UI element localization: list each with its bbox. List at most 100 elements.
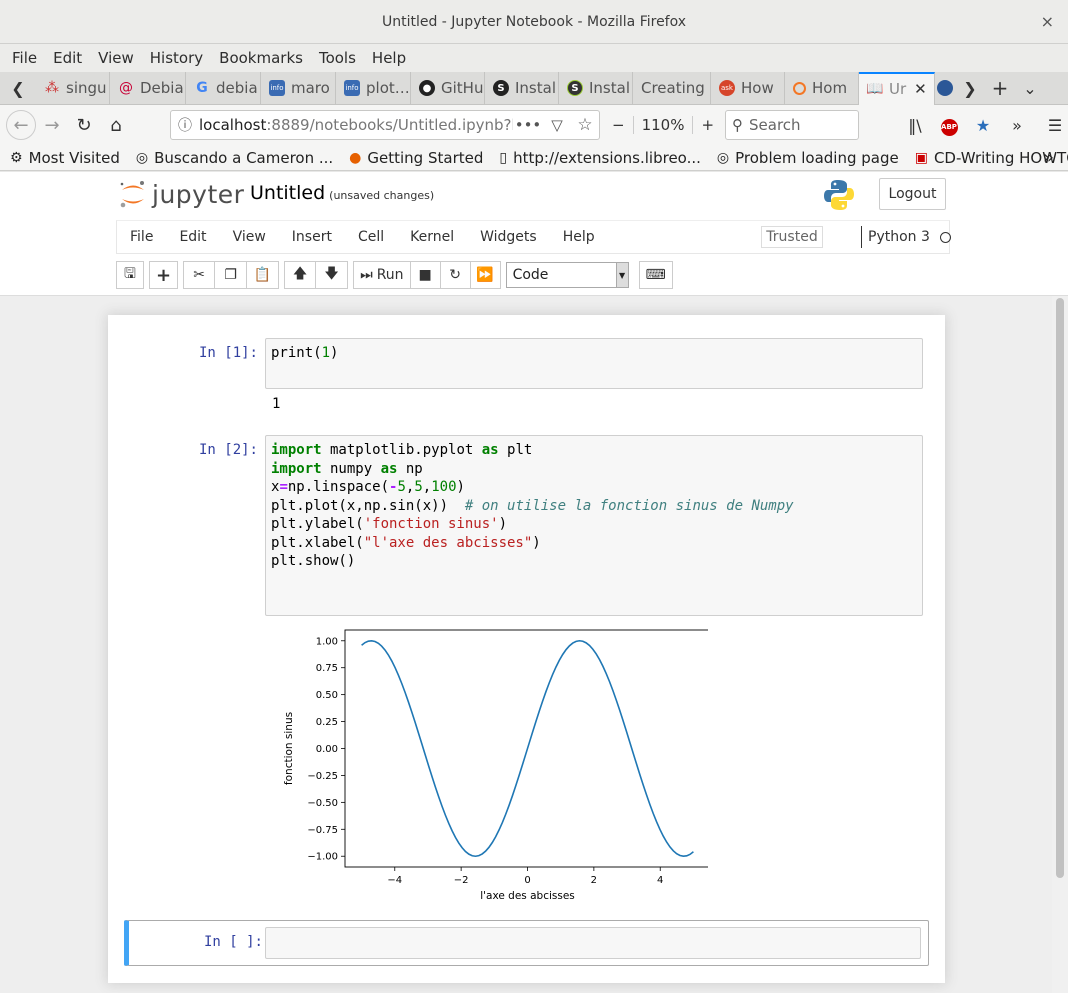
jmenu-kernel[interactable]: Kernel — [397, 229, 467, 245]
fast-forward-icon[interactable]: ⏩ — [470, 261, 501, 289]
jmenu-edit[interactable]: Edit — [166, 229, 219, 245]
home-icon[interactable]: ⌂ — [100, 109, 132, 141]
jmenu-file[interactable]: File — [117, 229, 166, 245]
adblock-icon[interactable]: ABP — [932, 114, 966, 136]
tab-active[interactable]: 📖 Ur ✕ — [859, 71, 935, 105]
tab[interactable]: info plot… — [336, 71, 411, 105]
tab[interactable]: Gdebia — [186, 71, 261, 105]
selected-cell[interactable]: In [ ]: — [124, 920, 929, 966]
notebook-name[interactable]: Untitled (unsaved changes) — [250, 182, 434, 204]
tab-label: maro — [291, 79, 330, 97]
page-actions-icon[interactable]: ••• — [513, 116, 543, 134]
series-line-sin — [361, 639, 694, 858]
run-button[interactable]: ⏭ Run — [353, 261, 411, 289]
pocket-icon[interactable]: ▽ — [543, 116, 571, 134]
menu-help[interactable]: Help — [364, 49, 414, 67]
menu-history[interactable]: History — [142, 49, 211, 67]
jmenu-widgets[interactable]: Widgets — [467, 229, 550, 245]
jupyter-logo-icon — [120, 181, 144, 208]
bookmark-item[interactable]: ▯ http://extensions.libreo... — [499, 149, 701, 167]
google-icon: G — [196, 80, 208, 96]
library-icon[interactable]: ‖\ — [898, 116, 932, 135]
jmenu-help[interactable]: Help — [550, 229, 608, 245]
tab[interactable]: info maro — [261, 71, 336, 105]
keyboard-icon[interactable]: ⌨ — [638, 261, 673, 289]
page-icon: ▯ — [499, 149, 508, 166]
y-tick-label: 0.50 — [316, 690, 338, 701]
jupyter-logo[interactable]: jupyter — [118, 178, 244, 210]
bookmark-item[interactable]: ◎ Problem loading page — [717, 149, 899, 167]
bookmarks-overflow-icon[interactable]: » — [1043, 147, 1054, 168]
tab-label: Debia — [140, 79, 184, 97]
menu-file[interactable]: File — [4, 49, 45, 67]
tab-partial[interactable] — [935, 72, 955, 105]
overflow-icon[interactable]: » — [1000, 116, 1034, 135]
zoom-in-button[interactable]: + — [693, 116, 722, 134]
jmenu-view[interactable]: View — [220, 229, 279, 245]
site-info-icon[interactable]: ⓘ — [171, 115, 199, 135]
bookmark-item[interactable]: ◎ Buscando a Cameron ... — [136, 149, 333, 167]
jmenu-cell[interactable]: Cell — [345, 229, 397, 245]
zoom-out-button[interactable]: − — [604, 116, 633, 134]
back-icon[interactable]: ← — [6, 110, 36, 140]
scrollbar-thumb[interactable] — [1056, 298, 1064, 878]
x-tick-label: 0 — [524, 875, 530, 886]
stop-icon[interactable]: ■ — [410, 261, 441, 289]
window-close-button[interactable]: × — [1041, 0, 1054, 44]
trusted-badge[interactable]: Trusted — [761, 226, 823, 248]
cell-prompt: In [ ]: — [203, 934, 263, 950]
restart-icon[interactable]: ↻ — [440, 261, 471, 289]
menu-bookmarks[interactable]: Bookmarks — [211, 49, 311, 67]
copy-icon[interactable]: ❐ — [215, 261, 248, 289]
url-bar[interactable]: ⓘ localhost:8889/notebooks/Untitled.ipyn… — [170, 110, 600, 140]
bookmark-most-visited[interactable]: ⚙ Most Visited — [10, 149, 120, 167]
move-down-icon[interactable]: 🡇 — [316, 261, 349, 289]
tab[interactable]: Creating — [633, 71, 711, 105]
save-icon[interactable]: 🖫 — [116, 261, 144, 289]
code-input[interactable]: print(1) — [265, 338, 923, 389]
plot-output: 1.00 0.75 0.50 0.25 0.00 −0.25 −0.50 −0.75 −1.00… — [268, 620, 711, 910]
tab[interactable]: ● GitHu — [411, 71, 485, 105]
insert-cell-icon[interactable]: + — [149, 261, 179, 289]
close-tab-icon[interactable]: ✕ — [914, 80, 927, 98]
scroll-tabs-right-icon[interactable]: ❯ — [955, 72, 985, 105]
search-input[interactable]: ⚲ Search — [725, 110, 859, 140]
new-tab-icon[interactable]: + — [985, 72, 1015, 105]
tab[interactable]: S Instal — [559, 71, 633, 105]
tab[interactable]: ⁂ singu — [36, 71, 110, 105]
cut-icon[interactable]: ✂ — [183, 261, 216, 289]
forward-icon[interactable]: → — [36, 109, 68, 141]
tab[interactable]: Hom — [785, 71, 859, 105]
bookmark-star-icon[interactable]: ☆ — [571, 115, 599, 135]
x-tick-label: 2 — [591, 875, 597, 886]
notebook-title[interactable]: Untitled — [250, 182, 325, 204]
menu-view[interactable]: View — [90, 49, 142, 67]
move-up-icon[interactable]: 🡅 — [284, 261, 317, 289]
tab-label: Instal — [589, 79, 630, 97]
jmenu-insert[interactable]: Insert — [279, 229, 345, 245]
list-tabs-icon[interactable]: ⌄ — [1015, 72, 1045, 105]
translate-icon[interactable]: ★ — [966, 116, 1000, 135]
code-input-empty[interactable] — [265, 927, 921, 959]
zoom-level[interactable]: 110% — [632, 116, 694, 134]
jupyter-menu-area: File Edit View Insert Cell Kernel Widget… — [0, 220, 1068, 296]
tab[interactable]: ask How — [711, 71, 785, 105]
tab[interactable]: @ Debia — [110, 71, 186, 105]
cell-type-value: Code — [512, 267, 549, 283]
menu-tools[interactable]: Tools — [311, 49, 364, 67]
scroll-tabs-left-icon[interactable]: ❮ — [0, 72, 36, 105]
cell-prompt: In [2]: — [198, 442, 258, 458]
hamburger-menu-icon[interactable]: ☰ — [1038, 116, 1068, 135]
tab[interactable]: S Instal — [485, 71, 559, 105]
cell-type-select[interactable]: Code ▼ — [505, 262, 629, 288]
reload-icon[interactable]: ↻ — [68, 109, 100, 141]
y-tick-label: 0.00 — [316, 744, 338, 755]
menu-edit[interactable]: Edit — [45, 49, 90, 67]
url-text[interactable]: localhost:8889/notebooks/Untitled.ipynb?… — [199, 116, 513, 134]
bookmark-item[interactable]: ● Getting Started — [349, 149, 483, 167]
paste-icon[interactable]: 📋 — [247, 261, 280, 289]
logout-button[interactable]: Logout — [879, 178, 946, 210]
code-input[interactable]: import matplotlib.pyplot as plt import n… — [265, 435, 923, 616]
y-tick-label: −0.50 — [307, 798, 338, 809]
jupyter-wordmark: jupyter — [152, 179, 245, 209]
